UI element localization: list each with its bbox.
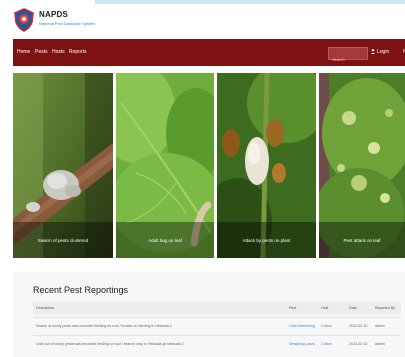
nav-home[interactable]: Home — [17, 49, 30, 55]
column-header-description[interactable]: Description — [36, 306, 54, 310]
search-input[interactable] — [329, 54, 367, 65]
cell-reported-by: admin — [375, 342, 385, 346]
napds-logo-icon[interactable] — [13, 8, 35, 32]
nav-pests[interactable]: Pests — [35, 49, 48, 55]
gallery-caption-1: Swarm of pests clustered — [13, 222, 113, 258]
login-label: Login — [377, 49, 390, 55]
cell-date: 2022-02-10 — [349, 342, 368, 346]
gallery-card-4[interactable]: Pest attack on leaf — [319, 73, 405, 258]
column-header-host[interactable]: Host — [321, 306, 328, 310]
brand-name[interactable]: NAPDS — [39, 10, 68, 19]
cell-host-link[interactable]: Cotton — [321, 324, 332, 328]
cell-description: Swarm of wooly pests was recorded feedin… — [36, 324, 172, 328]
cell-host-link[interactable]: Cotton — [321, 342, 332, 346]
column-header-pest[interactable]: Pest — [289, 306, 296, 310]
search-box[interactable] — [328, 47, 368, 65]
gallery-caption-3: Attack by pests on plant — [217, 222, 316, 258]
cell-pest-link[interactable]: Mealybug Larva — [289, 342, 315, 346]
gallery-caption-2: Adult bug on leaf — [116, 222, 214, 258]
column-header-reported-by[interactable]: Reported By — [375, 306, 395, 310]
section-title: Recent Pest Reportings — [33, 285, 129, 295]
header-sky-strip — [95, 0, 405, 4]
cell-date: 2022-02-10 — [349, 324, 368, 328]
nav-hosts[interactable]: Hosts — [52, 49, 65, 55]
table-row[interactable]: Leaf curl of wooly pests was recorded fe… — [33, 335, 401, 352]
brand-subtitle: National Pest Database System — [39, 21, 96, 26]
gallery-card-2[interactable]: Adult bug on leaf — [116, 73, 214, 258]
table-header: Description Pest Host Date Reported By — [33, 302, 401, 314]
gallery-card-1[interactable]: Swarm of pests clustered — [13, 73, 113, 258]
cell-description: Leaf curl of wooly pests was recorded fe… — [36, 342, 184, 346]
table-row[interactable]: Swarm of wooly pests was recorded feedin… — [33, 317, 401, 334]
main-navbar: Home Pests Hosts Reports Login N — [13, 39, 405, 66]
gallery-caption-4: Pest attack on leaf — [319, 222, 405, 258]
recent-reports-section: Recent Pest Reportings Description Pest … — [13, 272, 405, 357]
cell-pest-link[interactable]: Cloth Monitoring — [289, 324, 315, 328]
pest-image-gallery: Swarm of pests clustered Adult bug on le… — [13, 73, 405, 258]
login-link[interactable]: Login — [371, 49, 389, 55]
column-header-date[interactable]: Date — [349, 306, 357, 310]
cell-reported-by: admin — [375, 324, 385, 328]
gallery-card-3[interactable]: Attack by pests on plant — [217, 73, 316, 258]
nav-reports[interactable]: Reports — [69, 49, 87, 55]
top-header: NAPDS National Pest Database System — [0, 0, 405, 38]
user-icon — [371, 49, 375, 54]
